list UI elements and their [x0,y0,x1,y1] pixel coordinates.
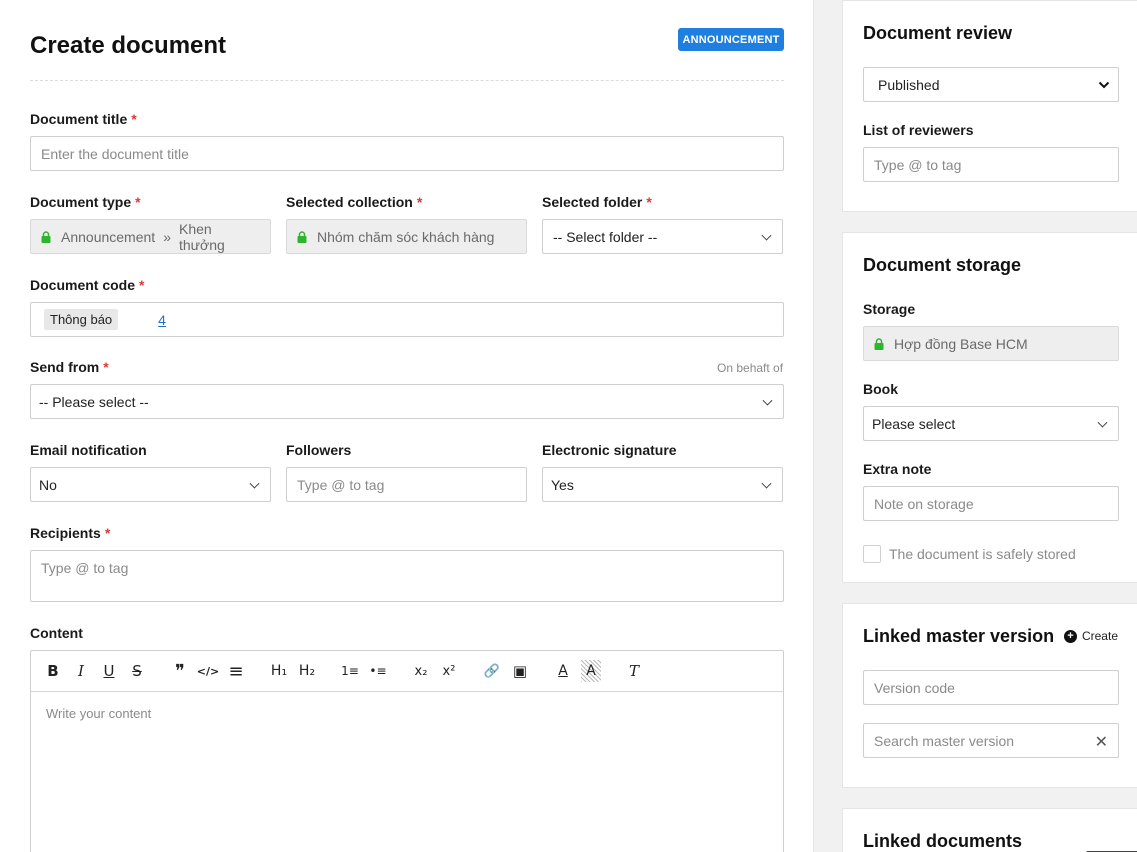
chevron-down-icon [761,230,772,241]
review-status-value: Published [878,76,940,93]
extra-note-label: Extra note [863,461,932,477]
recipients-label: Recipients * [30,525,111,541]
clear-format-icon[interactable]: T [624,660,644,682]
email-notification-label: Email notification [30,442,147,458]
safely-stored-label: The document is safely stored [889,546,1076,562]
document-storage-card: Document storage Storage Hợp đồng Base H… [842,232,1137,583]
document-code-field: Thông báo 4 [30,302,784,337]
document-code-label: Document code * [30,277,145,293]
collection-label: Selected collection * [286,194,423,210]
main-form-panel: Create document ANNOUNCEMENT Document ti… [0,0,814,852]
text-color-icon[interactable]: A [553,660,573,682]
document-title-input[interactable]: Enter the document title [30,136,784,171]
search-master-version-input[interactable]: Search master version ✕ [863,723,1119,758]
linked-documents-card: Linked documents [842,808,1137,852]
breadcrumb-separator: » [163,228,171,245]
review-status-select[interactable]: Published [863,67,1119,102]
document-storage-title: Document storage [863,255,1022,275]
chevron-down-icon [1097,417,1108,428]
bullet-list-icon[interactable]: •≡ [367,660,389,682]
document-type-label: Document type * [30,194,141,210]
blockquote-icon[interactable]: ❞ [171,660,189,682]
followers-input[interactable]: Type @ to tag [286,467,527,502]
document-code-tag: Thông báo [44,309,119,330]
send-from-select[interactable]: -- Please select -- [30,384,784,419]
collection-value: Nhóm chăm sóc khách hàng [317,228,495,245]
subscript-icon[interactable]: x₂ [410,660,432,682]
bold-icon[interactable]: B [46,660,60,682]
folder-select[interactable]: -- Select folder -- [542,219,783,254]
send-from-label: Send from * [30,359,109,375]
content-editor: B I U S ❞ </> ≡ H₁ H₂ 1≡ •≡ x₂ x² 🔗 ▣ A … [30,650,784,852]
send-from-value: -- Please select -- [39,393,149,410]
storage-value: Hợp đồng Base HCM [894,335,1028,352]
lock-icon [874,337,884,350]
highlight-icon[interactable]: A [581,660,601,682]
book-select[interactable]: Please select [863,406,1119,441]
underline-icon[interactable]: U [102,660,116,682]
search-master-version-placeholder: Search master version [874,732,1015,749]
electronic-signature-label: Electronic signature [542,442,677,458]
ordered-list-icon[interactable]: 1≡ [339,660,361,682]
storage-label: Storage [863,301,916,317]
document-type-badge: ANNOUNCEMENT [678,28,784,51]
lock-icon [41,230,51,243]
electronic-signature-value: Yes [551,476,574,493]
heading-2-icon[interactable]: H₂ [296,660,318,682]
document-title-label: Document title * [30,111,137,127]
folder-label: Selected folder * [542,194,652,210]
code-icon[interactable]: </> [197,660,219,682]
folder-select-value: -- Select folder -- [553,228,658,245]
email-notification-select[interactable]: No [30,467,271,502]
italic-icon[interactable]: I [74,660,88,682]
superscript-icon[interactable]: x² [438,660,460,682]
followers-label: Followers [286,442,352,458]
linked-documents-title: Linked documents [863,831,1023,851]
book-label: Book [863,381,898,397]
electronic-signature-select[interactable]: Yes [542,467,783,502]
email-notification-value: No [39,476,57,493]
create-button-label: Create [1081,629,1118,643]
book-value: Please select [872,415,956,432]
align-icon[interactable]: ≡ [227,660,245,682]
document-review-card: Document review Published List of review… [842,0,1137,212]
reviewers-label: List of reviewers [863,122,974,138]
version-code-input[interactable]: Version code [863,670,1119,705]
chevron-down-icon [761,478,772,489]
document-type-value-b: Khen thưởng [178,220,225,253]
linked-master-version-card: Linked master version + Create Version c… [842,603,1137,788]
on-behalf-of-link[interactable]: On behaft of [717,361,783,375]
document-type-value-a: Announcement [61,228,156,245]
linked-master-version-title: Linked master version [863,626,1055,646]
collection-field: Nhóm chăm sóc khách hàng [286,219,527,254]
lock-icon [297,230,307,243]
plus-circle-icon: + [1063,629,1077,643]
storage-field: Hợp đồng Base HCM [863,326,1119,361]
link-icon[interactable]: 🔗 [482,660,502,682]
document-code-number[interactable]: 4 [158,312,166,328]
document-type-field: Announcement » Khen thưởng [30,219,271,254]
chevron-down-icon [1098,81,1110,89]
document-review-title: Document review [863,23,1013,43]
recipients-input[interactable]: Type @ to tag [30,550,784,602]
editor-toolbar: B I U S ❞ </> ≡ H₁ H₂ 1≡ •≡ x₂ x² 🔗 ▣ A … [31,651,783,692]
content-label: Content [30,625,83,641]
create-master-version-button[interactable]: + Create [1063,629,1118,643]
image-icon[interactable]: ▣ [510,660,530,682]
strikethrough-icon[interactable]: S [130,660,144,682]
extra-note-input[interactable]: Note on storage [863,486,1119,521]
heading-1-icon[interactable]: H₁ [268,660,290,682]
reviewers-input[interactable]: Type @ to tag [863,147,1119,182]
content-textarea[interactable]: Write your content [46,706,151,721]
close-icon[interactable]: ✕ [1095,732,1108,751]
page-title: Create document [30,32,227,59]
chevron-down-icon [762,395,773,406]
divider [30,80,784,81]
safely-stored-checkbox[interactable] [863,545,881,563]
chevron-down-icon [249,478,260,489]
